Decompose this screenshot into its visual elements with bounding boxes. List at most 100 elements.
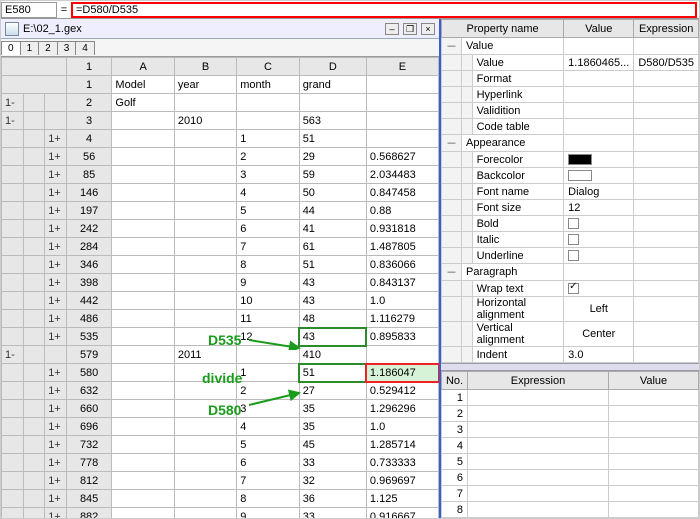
row-header[interactable]: 146 (66, 184, 112, 202)
cell[interactable]: 1.0 (366, 418, 438, 436)
cell[interactable]: 0.733333 (366, 454, 438, 472)
expr-row-no[interactable]: 6 (442, 470, 468, 486)
expr-row-value[interactable] (609, 486, 699, 502)
cell[interactable]: 0.843137 (366, 274, 438, 292)
cell[interactable] (112, 202, 174, 220)
cell[interactable] (174, 490, 236, 508)
cell[interactable]: 2011 (174, 346, 236, 364)
prop-fontname-value[interactable]: Dialog (564, 184, 634, 200)
cell[interactable]: 0.847458 (366, 184, 438, 202)
expr-row-value[interactable] (609, 438, 699, 454)
cell[interactable]: 1.186047 (366, 364, 438, 382)
outline-toggle[interactable]: 1+ (45, 148, 67, 166)
prop-valign-value[interactable]: Center (564, 322, 634, 347)
cell[interactable]: 43 (299, 292, 366, 310)
cell[interactable] (112, 310, 174, 328)
row-header[interactable]: 442 (66, 292, 112, 310)
outline-toggle[interactable]: 1+ (45, 166, 67, 184)
cell[interactable] (174, 148, 236, 166)
row-header[interactable]: 580 (66, 364, 112, 382)
expr-row-no[interactable]: 2 (442, 406, 468, 422)
cell[interactable]: 50 (299, 184, 366, 202)
cell[interactable] (174, 130, 236, 148)
cell[interactable]: 0.88 (366, 202, 438, 220)
cell[interactable]: 0.916667 (366, 508, 438, 519)
cell[interactable]: 0.836066 (366, 256, 438, 274)
cell[interactable]: 35 (299, 400, 366, 418)
row-header[interactable]: 882 (66, 508, 112, 519)
cell[interactable] (174, 274, 236, 292)
checkbox-bold[interactable] (568, 218, 579, 229)
col-header-e[interactable]: E (366, 58, 438, 76)
col-header-b[interactable]: B (174, 58, 236, 76)
cell[interactable]: 0.969697 (366, 472, 438, 490)
row-header[interactable]: 4 (66, 130, 112, 148)
spreadsheet-grid[interactable]: 1 A B C D E 1 Model year month (1, 57, 439, 518)
cell[interactable]: 6 (237, 220, 299, 238)
expr-row-value[interactable] (609, 454, 699, 470)
cell[interactable] (174, 202, 236, 220)
outline-toggle[interactable]: 1+ (45, 418, 67, 436)
sheet-tab-1[interactable]: 1 (20, 41, 40, 55)
prop-indent-value[interactable]: 3.0 (564, 347, 634, 363)
tree-toggle[interactable]: － (442, 38, 462, 55)
row-header[interactable]: 845 (66, 490, 112, 508)
cell[interactable]: 1.296296 (366, 400, 438, 418)
cell[interactable] (112, 364, 174, 382)
tree-toggle[interactable]: － (442, 135, 462, 152)
row-header[interactable]: 579 (66, 346, 112, 364)
cell[interactable]: 1.285714 (366, 436, 438, 454)
cell[interactable]: 61 (299, 238, 366, 256)
cell[interactable] (174, 382, 236, 400)
cell[interactable]: 4 (237, 418, 299, 436)
cell[interactable]: 43 (299, 274, 366, 292)
sheet-tab-3[interactable]: 3 (57, 41, 77, 55)
cell[interactable]: 0.931818 (366, 220, 438, 238)
cell[interactable] (174, 436, 236, 454)
outline-toggle[interactable]: 1+ (45, 454, 67, 472)
expr-header-no[interactable]: No. (442, 372, 468, 390)
cell[interactable] (112, 328, 174, 346)
cell[interactable]: 7 (237, 238, 299, 256)
cell[interactable]: 8 (237, 490, 299, 508)
outline-toggle[interactable]: 1+ (45, 220, 67, 238)
cell[interactable]: 1.0 (366, 292, 438, 310)
expr-row-expression[interactable] (468, 470, 609, 486)
cell[interactable] (112, 148, 174, 166)
color-swatch-black[interactable] (568, 154, 592, 165)
outline-toggle[interactable]: 1+ (45, 274, 67, 292)
cell[interactable] (174, 94, 236, 112)
row-header[interactable]: 486 (66, 310, 112, 328)
expr-row-expression[interactable] (468, 454, 609, 470)
row-header[interactable]: 284 (66, 238, 112, 256)
cell[interactable]: 41 (299, 220, 366, 238)
cell[interactable] (112, 112, 174, 130)
row-header[interactable]: 778 (66, 454, 112, 472)
outline-toggle[interactable]: 1+ (45, 472, 67, 490)
cell[interactable]: 36 (299, 490, 366, 508)
cell[interactable] (174, 328, 236, 346)
color-swatch-white[interactable] (568, 170, 592, 181)
expr-row-value[interactable] (609, 518, 699, 519)
cell[interactable]: year (174, 76, 236, 94)
outline-toggle[interactable]: 1+ (45, 184, 67, 202)
expr-row-no[interactable]: 5 (442, 454, 468, 470)
outline-toggle[interactable]: 1+ (45, 382, 67, 400)
cell[interactable]: month (237, 76, 299, 94)
cell[interactable] (174, 400, 236, 418)
col-header-c[interactable]: C (237, 58, 299, 76)
prop-halign-value[interactable]: Left (564, 297, 634, 322)
cell[interactable] (112, 454, 174, 472)
cell[interactable] (112, 382, 174, 400)
cell[interactable]: 10 (237, 292, 299, 310)
cell[interactable] (112, 418, 174, 436)
row-header[interactable]: 242 (66, 220, 112, 238)
cell[interactable]: 3 (237, 400, 299, 418)
expr-row-value[interactable] (609, 470, 699, 486)
expr-row-no[interactable]: 9 (442, 518, 468, 519)
col-header-d[interactable]: D (299, 58, 366, 76)
cell[interactable] (174, 238, 236, 256)
row-header[interactable]: 3 (66, 112, 112, 130)
cell[interactable]: 7 (237, 472, 299, 490)
cell[interactable]: 2010 (174, 112, 236, 130)
